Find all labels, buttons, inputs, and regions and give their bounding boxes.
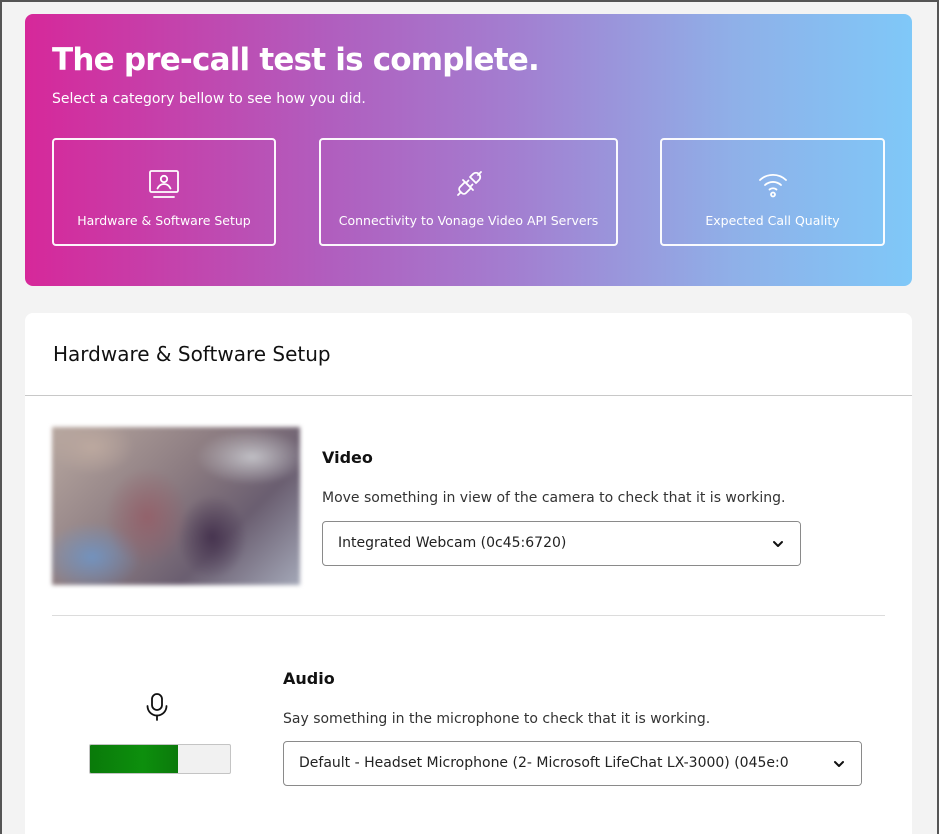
wifi-icon <box>757 168 789 200</box>
camera-preview <box>52 427 300 585</box>
plug-icon <box>453 168 485 200</box>
section-divider <box>52 615 885 616</box>
camera-select[interactable]: Integrated Webcam (0c45:6720) <box>322 521 801 566</box>
audio-section-description: Say something in the microphone to check… <box>283 711 711 727</box>
page-title: The pre-call test is complete. <box>52 42 540 78</box>
page-subtitle: Select a category bellow to see how you … <box>52 91 366 107</box>
category-label: Connectivity to Vonage Video API Servers <box>338 213 599 228</box>
chevron-down-icon <box>817 742 861 785</box>
hardware-software-card: Hardware & Software Setup Video Move som… <box>25 313 912 834</box>
microphone-select[interactable]: Default - Headset Microphone (2- Microso… <box>283 741 862 786</box>
monitor-user-icon <box>148 168 180 200</box>
category-hardware-software-button[interactable]: Hardware & Software Setup <box>52 138 276 246</box>
audio-section-title: Audio <box>283 669 335 688</box>
video-section-description: Move something in view of the camera to … <box>322 490 786 506</box>
audio-level-fill <box>90 745 179 773</box>
category-connectivity-button[interactable]: Connectivity to Vonage Video API Servers <box>319 138 618 246</box>
card-divider <box>25 395 912 396</box>
category-label: Expected Call Quality <box>705 213 840 228</box>
microphone-select-value: Default - Headset Microphone (2- Microso… <box>299 755 789 771</box>
chevron-down-icon <box>756 522 800 565</box>
audio-level-meter <box>89 744 231 774</box>
video-section-title: Video <box>322 448 373 467</box>
card-title: Hardware & Software Setup <box>53 342 331 366</box>
results-banner: The pre-call test is complete. Select a … <box>25 14 912 286</box>
microphone-icon <box>144 692 170 726</box>
camera-select-value: Integrated Webcam (0c45:6720) <box>338 535 567 551</box>
category-call-quality-button[interactable]: Expected Call Quality <box>660 138 885 246</box>
category-label: Hardware & Software Setup <box>77 213 251 228</box>
